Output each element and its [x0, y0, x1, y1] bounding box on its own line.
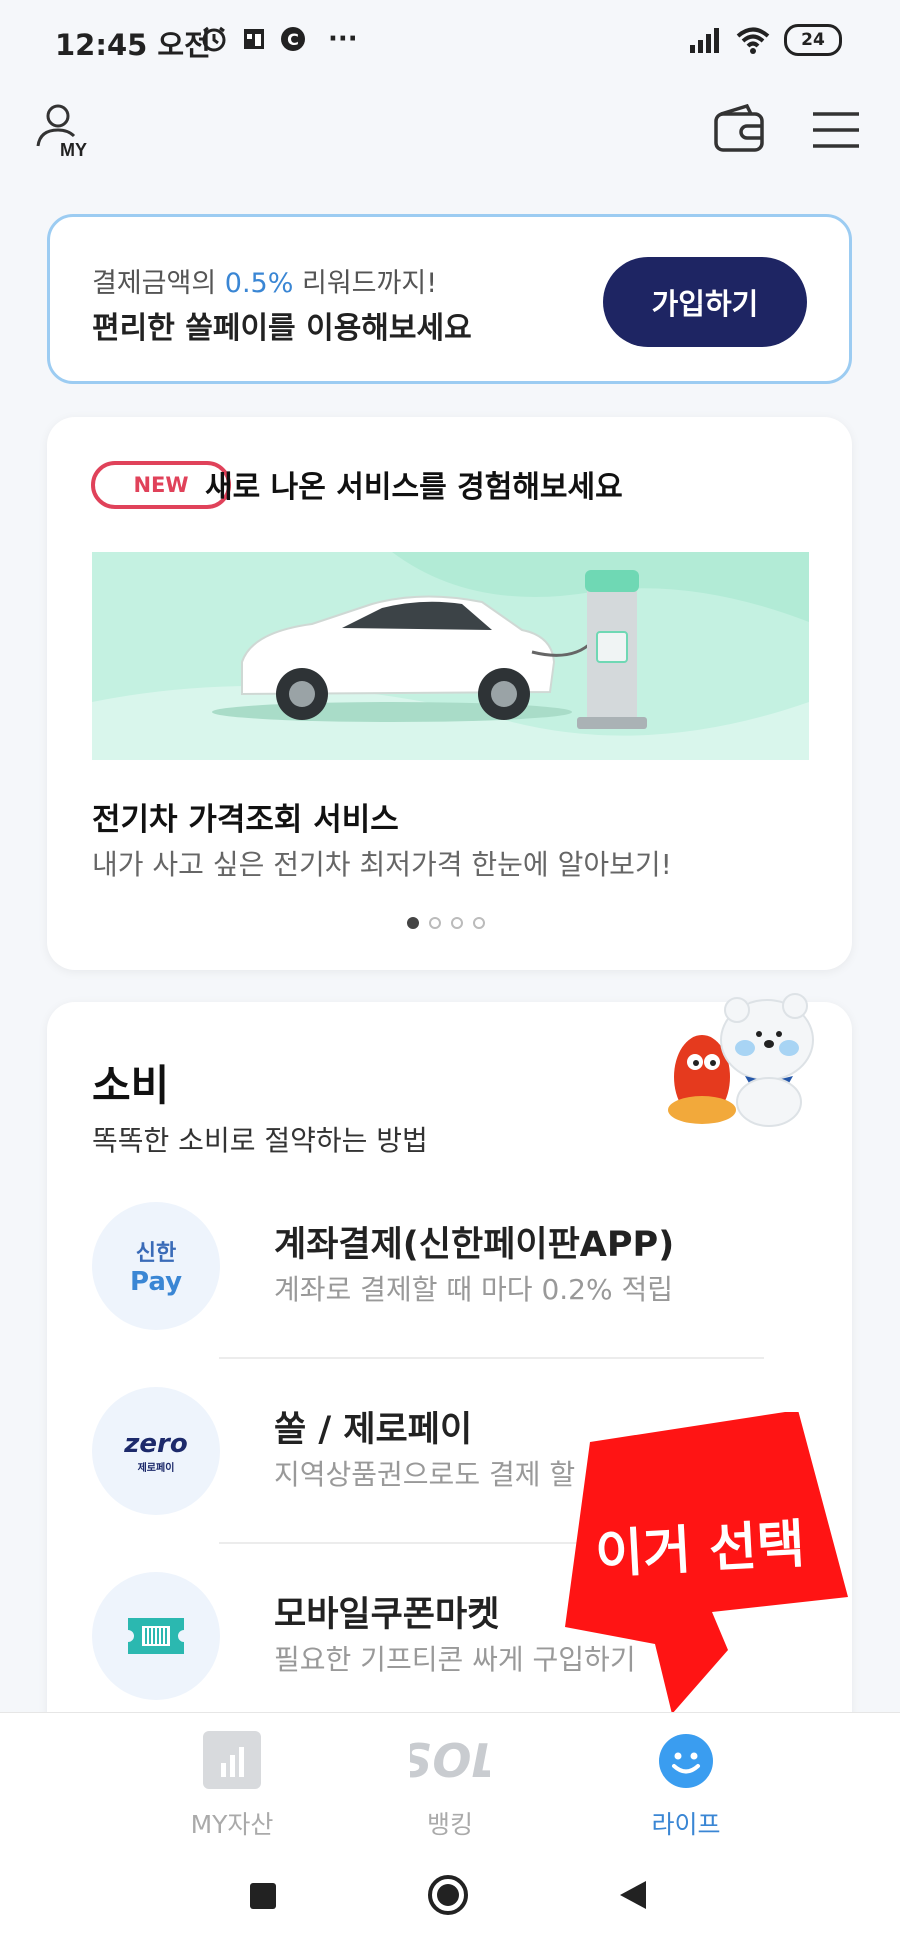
service-item-account-pay[interactable]: 신한 Pay 계좌결제(신한페이판APP) 계좌로 결제할 때 마다 0.2% … — [92, 1202, 809, 1332]
my-profile-button[interactable]: MY — [34, 102, 94, 164]
page-dot[interactable] — [429, 917, 441, 929]
status-right-icons: 24 — [690, 24, 842, 56]
home-button-dot — [437, 1884, 459, 1906]
smile-icon — [659, 1734, 713, 1788]
tab-label: 뱅킹 — [426, 1810, 473, 1839]
mascot-characters-illustration — [668, 993, 814, 1127]
promo-highlight: 0.5% — [224, 268, 294, 299]
status-bar: 12:45 오전 C ··· 24 — [0, 0, 900, 82]
tab-my-assets[interactable]: MY자산 — [152, 1725, 312, 1839]
sol-pay-promo-card[interactable]: 결제금액의 0.5% 리워드까지! 편리한 쏠페이를 이용해보세요 가입하기 — [47, 214, 852, 384]
wallet-icon — [714, 103, 764, 152]
menu-button[interactable] — [813, 110, 859, 150]
my-label: MY — [60, 140, 87, 160]
service-title: 모바일쿠폰마켓 — [274, 1595, 500, 1635]
new-services-card: NEW 새로 나온 서비스를 경험해보세요 전기차 가격조회 서비스 내가 사고… — [47, 417, 852, 970]
carousel-pagination — [407, 917, 485, 929]
promo-line1: 결제금액의 0.5% 리워드까지! — [92, 268, 438, 299]
status-time: 12:45 오전 — [55, 28, 211, 62]
system-navigation-bar — [0, 1843, 900, 1950]
battery-icon: 24 — [784, 24, 842, 56]
bottom-tab-bar: MY자산 SOL 뱅킹 라이프 — [0, 1712, 900, 1843]
wifi-icon — [736, 27, 770, 54]
shinhan-pay-logo: 신한 Pay — [92, 1202, 220, 1330]
spending-subtitle: 똑똑한 소비로 절약하는 방법 — [92, 1124, 428, 1157]
calendar-icon — [244, 29, 264, 49]
c-badge-icon: C — [281, 27, 305, 51]
service-title: 쏠 / 제로페이 — [274, 1410, 473, 1450]
signal-icon — [690, 28, 719, 53]
annotation-text: 이거 선택 — [593, 1514, 807, 1586]
zeropay-logo: zero 제로페이 — [92, 1387, 220, 1515]
home-button[interactable] — [428, 1875, 468, 1915]
wallet-button[interactable] — [713, 103, 765, 154]
alarm-icon — [202, 26, 226, 52]
chart-icon — [203, 1731, 261, 1789]
ev-service-title[interactable]: 전기차 가격조회 서비스 — [92, 794, 399, 839]
service-title: 계좌결제(신한페이판APP) — [274, 1225, 675, 1265]
tab-banking[interactable]: SOL 뱅킹 — [370, 1725, 530, 1839]
more-notifications-icon: ··· — [328, 24, 358, 54]
join-button[interactable]: 가입하기 — [603, 257, 807, 347]
status-left-icons: C ··· — [200, 24, 358, 54]
recent-apps-button[interactable] — [250, 1883, 276, 1909]
new-services-title: 새로 나온 서비스를 경험해보세요 — [205, 470, 623, 505]
hamburger-icon — [813, 112, 859, 148]
spending-title: 소비 — [92, 1061, 170, 1110]
svg-text:SOL: SOL — [410, 1734, 490, 1788]
page-dot[interactable] — [473, 917, 485, 929]
ev-banner-image[interactable] — [92, 552, 809, 760]
page-dot[interactable] — [451, 917, 463, 929]
service-subtitle: 지역상품권으로도 결제 할 — [274, 1458, 576, 1491]
tab-life[interactable]: 라이프 — [606, 1725, 766, 1839]
page-dot-active[interactable] — [407, 917, 419, 929]
tab-label: 라이프 — [651, 1810, 721, 1839]
ev-service-subtitle: 내가 사고 싶은 전기차 최저가격 한눈에 알아보기! — [92, 848, 672, 881]
sol-logo-icon: SOL — [410, 1734, 490, 1788]
coupon-ticket-icon — [92, 1572, 220, 1700]
service-subtitle: 계좌로 결제할 때 마다 0.2% 적립 — [274, 1273, 673, 1306]
tab-label: MY자산 — [190, 1810, 274, 1839]
promo-line2: 편리한 쏠페이를 이용해보세요 — [92, 311, 472, 346]
svg-text:C: C — [287, 30, 299, 49]
back-button[interactable] — [618, 1879, 648, 1911]
divider — [219, 1357, 764, 1359]
ev-car-illustration — [92, 552, 809, 760]
annotation-callout: 이거 선택 — [560, 1412, 860, 1732]
